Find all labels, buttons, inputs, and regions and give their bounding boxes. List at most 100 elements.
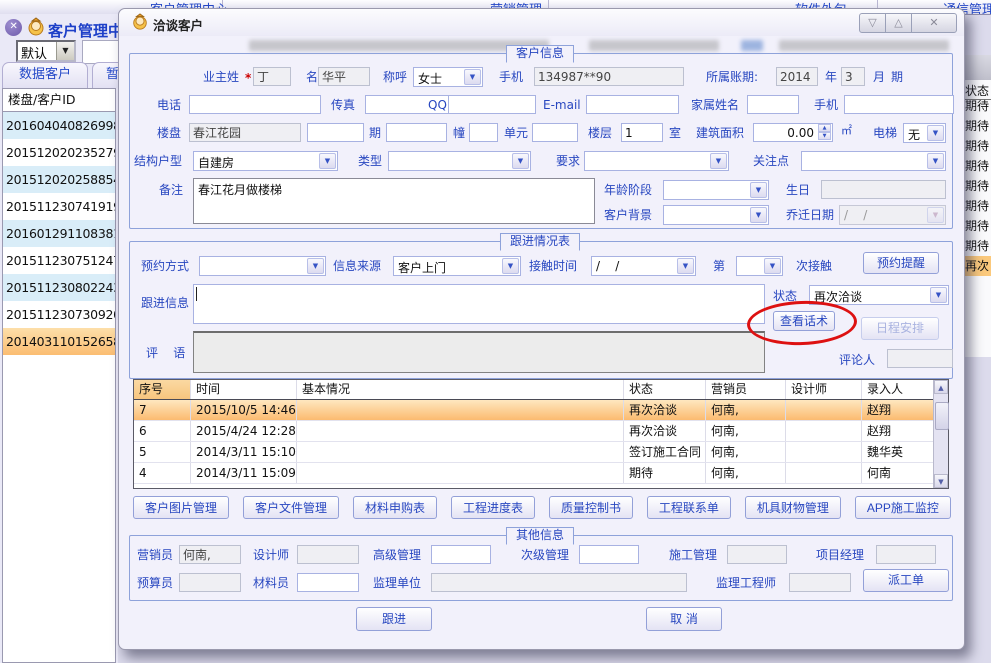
construction-mgr-input[interactable] <box>727 545 787 564</box>
tab-data-customers[interactable]: 数据客户 <box>2 62 88 88</box>
senior-mgr-input[interactable] <box>431 545 491 564</box>
requirement-combo[interactable]: ▼ <box>584 151 729 171</box>
dropdown-arrow-icon[interactable]: ▼ <box>307 258 324 274</box>
scroll-down-icon[interactable]: ▼ <box>934 474 948 488</box>
col-header-status[interactable]: 状态 <box>624 380 706 399</box>
area-spin-down-icon[interactable]: ▼ <box>818 132 831 140</box>
status-combo[interactable]: 再次洽谈▼ <box>809 285 949 305</box>
toolbar-button[interactable]: 机具财物管理 <box>745 496 841 519</box>
panel-close-icon[interactable]: ✕ <box>5 19 22 36</box>
dropdown-arrow-icon[interactable]: ▼ <box>710 153 727 169</box>
minimize-button[interactable]: ▽ <box>859 13 886 33</box>
table-row[interactable]: 52014/3/11 15:10签订施工合同何南,魏华英 <box>134 442 948 463</box>
table-scrollbar[interactable]: ▲ ▼ <box>933 380 948 488</box>
list-item[interactable]: 2015112307309205 <box>3 301 115 328</box>
toolbar-button[interactable]: 客户文件管理 <box>243 496 339 519</box>
designer-input[interactable] <box>297 545 359 564</box>
dropdown-arrow-icon[interactable]: ▼ <box>677 258 694 274</box>
toolbar-button[interactable]: 工程进度表 <box>451 496 535 519</box>
dropdown-arrow-icon[interactable]: ▼ <box>927 153 944 169</box>
building-input[interactable] <box>189 123 301 142</box>
comment-textarea[interactable] <box>193 331 765 373</box>
col-header-seq[interactable]: 序号 <box>134 380 191 399</box>
phase-input[interactable] <box>307 123 364 142</box>
table-row[interactable]: 72015/10/5 14:46再次洽谈何南,赵翔 <box>134 400 948 421</box>
commenter-input[interactable] <box>887 349 953 368</box>
material-input[interactable] <box>297 573 359 592</box>
secondary-mgr-input[interactable] <box>579 545 639 564</box>
scroll-up-icon[interactable]: ▲ <box>934 380 948 394</box>
panel-search-input[interactable] <box>82 40 120 64</box>
area-spin-up-icon[interactable]: ▲ <box>818 124 831 132</box>
block-input[interactable] <box>386 123 447 142</box>
close-button[interactable]: ✕ <box>911 13 957 33</box>
dialog-titlebar[interactable]: 洽谈客户 ▽ △ ✕ <box>119 9 964 36</box>
dispatch-button[interactable]: 派工单 <box>863 569 949 592</box>
list-item[interactable]: 2015112308022433 <box>3 274 115 301</box>
sales-input[interactable] <box>179 545 241 564</box>
salutation-combo[interactable]: 女士▼ <box>413 67 483 87</box>
first-name-input[interactable] <box>318 67 370 86</box>
nth-combo[interactable]: ▼ <box>736 256 783 276</box>
unit-number-input[interactable] <box>532 123 578 142</box>
list-item[interactable]: 2015120202588541 <box>3 166 115 193</box>
floor-input[interactable] <box>621 123 663 142</box>
family-mobile-input[interactable] <box>844 95 954 114</box>
toolbar-button[interactable]: 客户图片管理 <box>133 496 229 519</box>
dropdown-arrow-icon[interactable]: ▼ <box>502 258 519 274</box>
col-header-designer[interactable]: 设计师 <box>786 380 862 399</box>
dropdown-arrow-icon[interactable]: ▼ <box>927 207 944 223</box>
dropdown-arrow-icon[interactable]: ▼ <box>512 153 529 169</box>
table-row[interactable]: 62015/4/24 12:28再次洽谈何南,赵翔 <box>134 421 948 442</box>
budget-input[interactable] <box>179 573 241 592</box>
dropdown-arrow-icon[interactable]: ▼ <box>319 153 336 169</box>
scrollbar-thumb[interactable] <box>935 402 949 430</box>
phone-input[interactable] <box>189 95 321 114</box>
schedule-button[interactable]: 日程安排 <box>861 317 939 340</box>
follow-button[interactable]: 跟进 <box>356 607 432 631</box>
project-mgr-input[interactable] <box>876 545 936 564</box>
filter-dropdown-arrow-icon[interactable]: ▼ <box>56 42 74 60</box>
owner-last-input[interactable] <box>253 67 291 86</box>
list-item[interactable]: 2015112307512476 <box>3 247 115 274</box>
toolbar-button[interactable]: 材料申购表 <box>353 496 437 519</box>
list-item[interactable]: 2014031101526589 <box>3 328 115 355</box>
filter-combobox[interactable]: 默认 ▼ <box>16 40 76 62</box>
dropdown-arrow-icon[interactable]: ▼ <box>930 287 947 303</box>
qq-input[interactable] <box>448 95 536 114</box>
mobile-input[interactable] <box>534 67 684 86</box>
account-month-input[interactable] <box>841 67 865 86</box>
toolbar-button[interactable]: APP施工监控 <box>855 496 951 519</box>
toolbar-button[interactable]: 工程联系单 <box>647 496 731 519</box>
email-input[interactable] <box>586 95 679 114</box>
type-combo[interactable]: ▼ <box>388 151 531 171</box>
list-item[interactable]: 2015120202352799 <box>3 139 115 166</box>
age-stage-combo[interactable]: ▼ <box>663 180 769 200</box>
birthday-input[interactable] <box>821 180 946 199</box>
col-header-time[interactable]: 时间 <box>191 380 297 399</box>
col-header-recorder[interactable]: 录入人 <box>862 380 936 399</box>
supervisor-engineer-input[interactable] <box>789 573 851 592</box>
moving-date-combo[interactable]: / /▼ <box>839 205 946 225</box>
toolbar-button[interactable]: 质量控制书 <box>549 496 633 519</box>
elevator-combo[interactable]: 无▼ <box>903 123 946 143</box>
remarks-textarea[interactable]: 春江花月做楼梯 <box>193 178 595 224</box>
dropdown-arrow-icon[interactable]: ▼ <box>750 182 767 198</box>
supervisor-unit-input[interactable] <box>431 573 687 592</box>
list-item[interactable]: 2016012911083815 <box>3 220 115 247</box>
account-year-input[interactable] <box>776 67 818 86</box>
appointment-combo[interactable]: ▼ <box>199 256 326 276</box>
list-item[interactable]: 2015112307419197 <box>3 193 115 220</box>
background-combo[interactable]: ▼ <box>663 205 769 225</box>
col-header-basic[interactable]: 基本情况 <box>297 380 624 399</box>
unit-input[interactable] <box>469 123 498 142</box>
family-name-input[interactable] <box>747 95 799 114</box>
remind-button[interactable]: 预约提醒 <box>863 252 939 274</box>
maximize-button[interactable]: △ <box>885 13 912 33</box>
focus-combo[interactable]: ▼ <box>801 151 946 171</box>
source-combo[interactable]: 客户上门▼ <box>393 256 521 276</box>
col-header-sales[interactable]: 营销员 <box>706 380 786 399</box>
contact-time-combo[interactable]: / /▼ <box>591 256 696 276</box>
dropdown-arrow-icon[interactable]: ▼ <box>750 207 767 223</box>
structure-combo[interactable]: 自建房▼ <box>193 151 338 171</box>
